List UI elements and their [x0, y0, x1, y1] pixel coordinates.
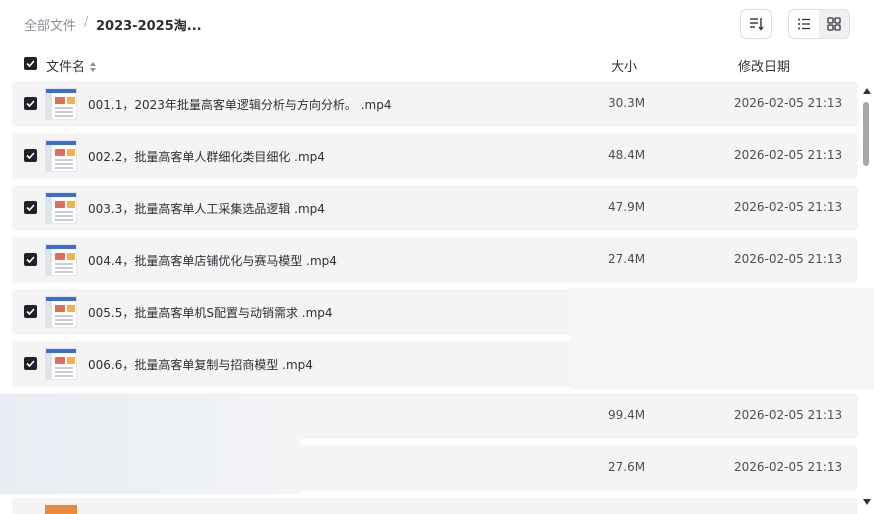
- checkbox-checked-icon: [26, 308, 35, 316]
- file-modified-date: 2026-02-05 21:13: [734, 408, 843, 422]
- redacted-area-right: [570, 288, 874, 390]
- file-name[interactable]: 005.5，批量高客单机S配置与动销需求 .mp4: [88, 304, 333, 321]
- column-header-date[interactable]: 修改日期: [738, 56, 790, 75]
- sort-icon: [750, 18, 764, 31]
- checkbox-checked-icon: [26, 100, 35, 108]
- row-checkbox[interactable]: [24, 357, 37, 370]
- select-all-checkbox[interactable]: [24, 57, 37, 70]
- checkbox-checked-icon: [26, 152, 35, 160]
- file-modified-date: 2026-02-05 21:13: [734, 148, 843, 162]
- table-row[interactable]: 003.3，批量高客单人工采集选品逻辑 .mp4 47.9M 2026-02-05 …: [12, 185, 858, 231]
- file-size: 27.4M: [608, 252, 646, 266]
- sort-button[interactable]: [740, 9, 772, 39]
- file-name[interactable]: 003.3，批量高客单人工采集选品逻辑 .mp4: [88, 200, 325, 217]
- checkbox-checked-icon: [26, 60, 35, 68]
- top-bar: 全部文件 / 2023-2025淘...: [0, 0, 874, 48]
- row-checkbox[interactable]: [24, 201, 37, 214]
- scroll-down-arrow-icon[interactable]: [862, 497, 872, 507]
- breadcrumb-current: 2023-2025淘...: [96, 19, 202, 34]
- file-size: 99.4M: [608, 408, 646, 422]
- file-name[interactable]: 006.6，批量高客单复制与招商模型 .mp4: [88, 356, 313, 373]
- checkbox-checked-icon: [26, 204, 35, 212]
- column-header-name[interactable]: 文件名: [46, 56, 85, 75]
- scroll-up-arrow-icon[interactable]: [862, 86, 872, 96]
- file-size: 48.4M: [608, 148, 646, 162]
- list-view-icon: [798, 18, 810, 30]
- view-toggle: [788, 9, 850, 39]
- checkbox-checked-icon: [26, 360, 35, 368]
- file-name[interactable]: 002.2，批量高客单人群细化类目细化 .mp4: [88, 148, 325, 165]
- file-thumbnail: [45, 348, 77, 380]
- file-modified-date: 2026-02-05 21:13: [734, 96, 843, 110]
- scrollbar-thumb[interactable]: [863, 102, 869, 166]
- file-thumbnail: [45, 140, 77, 172]
- file-thumbnail: [45, 505, 77, 514]
- file-thumbnail: [45, 296, 77, 328]
- file-size: 27.6M: [608, 460, 646, 474]
- file-modified-date: 2026-02-05 21:13: [734, 460, 843, 474]
- grid-view-icon: [827, 17, 841, 31]
- file-name[interactable]: 004.4，批量高客单店铺优化与赛马模型 .mp4: [88, 252, 337, 269]
- table-row[interactable]: 002.2，批量高客单人群细化类目细化 .mp4 48.4M 2026-02-05 …: [12, 133, 858, 179]
- file-thumbnail: [45, 192, 77, 224]
- checkbox-checked-icon: [26, 256, 35, 264]
- column-header-size[interactable]: 大小: [611, 56, 637, 75]
- row-checkbox[interactable]: [24, 253, 37, 266]
- row-checkbox[interactable]: [24, 149, 37, 162]
- file-modified-date: 2026-02-05 21:13: [734, 200, 843, 214]
- sort-toggle-icon[interactable]: [89, 58, 97, 77]
- file-thumbnail: [45, 244, 77, 276]
- file-name[interactable]: 001.1，2023年批量高客单逻辑分析与方向分析。 .mp4: [88, 96, 391, 113]
- table-row[interactable]: 001.1，2023年批量高客单逻辑分析与方向分析。 .mp4 30.3M 2026…: [12, 81, 858, 127]
- file-size: 47.9M: [608, 200, 646, 214]
- file-size: 30.3M: [608, 96, 646, 110]
- list-view-button[interactable]: [789, 10, 819, 38]
- table-header: 文件名 大小 修改日期: [0, 52, 874, 76]
- breadcrumb-separator: /: [84, 15, 89, 30]
- breadcrumb-root[interactable]: 全部文件: [24, 15, 76, 34]
- row-checkbox[interactable]: [24, 97, 37, 110]
- table-row[interactable]: 004.4，批量高客单店铺优化与赛马模型 .mp4 27.4M 2026-02-05…: [12, 237, 858, 283]
- file-thumbnail: [45, 88, 77, 120]
- table-row-partial[interactable]: [12, 498, 858, 514]
- row-checkbox[interactable]: [24, 305, 37, 318]
- file-modified-date: 2026-02-05 21:13: [734, 252, 843, 266]
- grid-view-button[interactable]: [819, 10, 849, 38]
- redacted-area-left: [0, 394, 300, 494]
